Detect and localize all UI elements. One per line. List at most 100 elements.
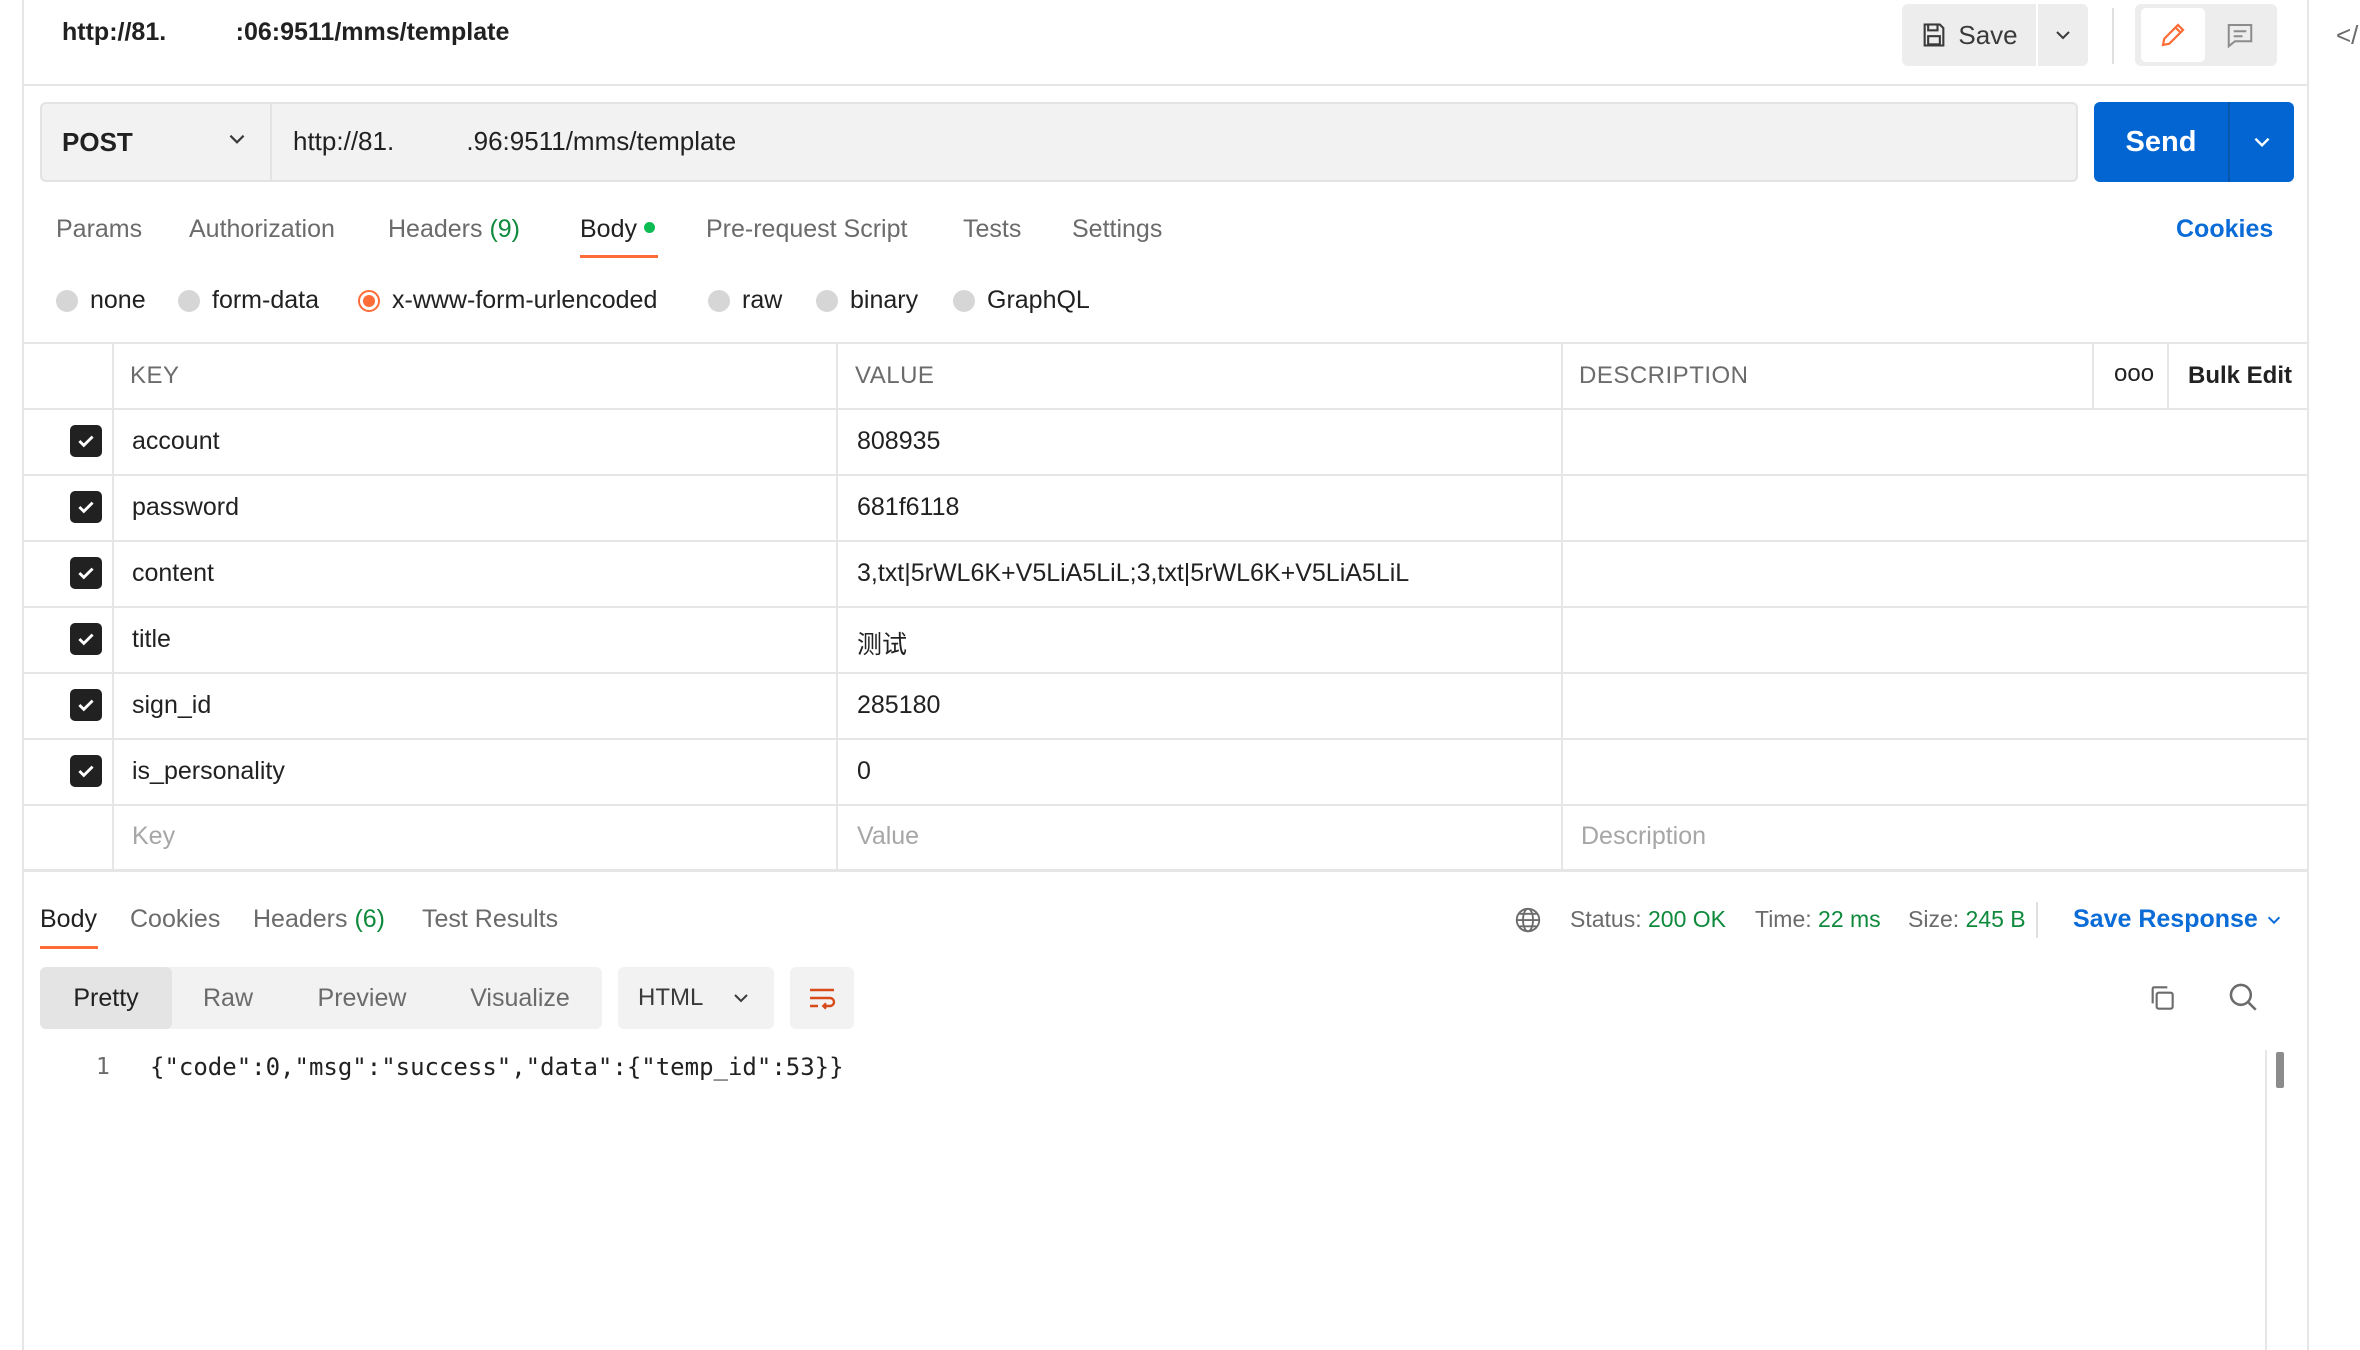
row-checkbox[interactable] [70, 623, 102, 655]
new-description-input[interactable]: Description [1581, 822, 1706, 851]
tab-headers-count: (9) [489, 215, 521, 243]
save-response-button[interactable]: Save Response [2073, 905, 2283, 934]
editor-gutter-line [2265, 1050, 2267, 1350]
format-select[interactable]: HTML [618, 967, 774, 1029]
param-value[interactable]: 0 [857, 757, 871, 786]
radio-x-www-form-urlencoded[interactable]: x-www-form-urlencoded [358, 286, 657, 315]
tab-headers[interactable]: Headers (9) [388, 215, 520, 244]
table-row-divider [24, 408, 2307, 410]
param-value[interactable]: 808935 [857, 427, 940, 456]
table-col-divider [836, 342, 838, 870]
chevron-down-icon [226, 128, 248, 155]
checkmark-icon [78, 567, 94, 580]
header-divider [24, 84, 2307, 86]
tab-body[interactable]: Body [580, 215, 655, 244]
param-key[interactable]: title [132, 625, 171, 654]
tab-tests[interactable]: Tests [963, 215, 1021, 244]
param-key[interactable]: account [132, 427, 220, 456]
scrollbar-thumb[interactable] [2276, 1052, 2284, 1088]
response-tab-headers[interactable]: Headers (6) [253, 905, 385, 934]
radio-graphql[interactable]: GraphQL [953, 286, 1090, 315]
checkmark-icon [78, 765, 94, 778]
param-value[interactable]: 3,txt|5rWL6K+V5LiA5LiL;3,txt|5rWL6K+V5Li… [857, 559, 1409, 588]
chevron-down-icon [734, 994, 749, 1003]
status-value: 200 OK [1648, 906, 1726, 932]
tab-headers-label: Headers [388, 215, 483, 243]
format-value: HTML [638, 984, 704, 1011]
new-value-input[interactable]: Value [857, 822, 919, 851]
view-raw-button[interactable]: Raw [172, 967, 284, 1029]
radio-raw[interactable]: raw [708, 286, 782, 315]
line-number: 1 [96, 1054, 110, 1080]
send-options-button[interactable] [2230, 102, 2294, 182]
column-header-key: KEY [130, 362, 180, 389]
row-checkbox[interactable] [70, 689, 102, 721]
save-button[interactable]: Save [1902, 4, 2036, 66]
chevron-down-icon [2056, 31, 2070, 40]
tab-settings[interactable]: Settings [1072, 215, 1162, 244]
param-value[interactable]: 285180 [857, 691, 940, 720]
radio-label: x-www-form-urlencoded [392, 286, 658, 314]
response-tab-headers-count: (6) [354, 905, 386, 933]
comments-button[interactable] [2208, 8, 2272, 62]
param-key[interactable]: content [132, 559, 214, 588]
left-border [22, 0, 24, 1350]
response-body-code[interactable]: {"code":0,"msg":"success","data":{"temp_… [150, 1053, 844, 1081]
tab-authorization[interactable]: Authorization [189, 215, 335, 244]
response-tab-cookies[interactable]: Cookies [130, 905, 220, 934]
radio-form-data[interactable]: form-data [178, 286, 319, 315]
response-tab-body[interactable]: Body [40, 905, 97, 934]
radio-none[interactable]: none [56, 286, 146, 315]
param-key[interactable]: sign_id [132, 691, 211, 720]
size-value: 245 B [1965, 906, 2026, 932]
table-row-divider [24, 804, 2307, 806]
radio-label: none [90, 286, 146, 314]
checkmark-icon [78, 699, 94, 712]
row-checkbox[interactable] [70, 557, 102, 589]
more-options-icon[interactable]: ooo [2114, 360, 2154, 388]
bulk-edit-button[interactable]: Bulk Edit [2188, 362, 2292, 390]
tab-params[interactable]: Params [56, 215, 142, 244]
cookies-link[interactable]: Cookies [2176, 215, 2273, 244]
time-label: Time: [1755, 906, 1812, 932]
radio-label: binary [850, 286, 919, 314]
code-icon[interactable]: </ [2336, 20, 2358, 51]
view-preview-button[interactable]: Preview [284, 967, 440, 1029]
body-indicator-dot [643, 221, 655, 233]
checkmark-icon [78, 435, 94, 448]
globe-icon[interactable] [1513, 905, 1543, 940]
response-tab-test-results[interactable]: Test Results [422, 905, 558, 934]
save-options-button[interactable] [2038, 4, 2088, 66]
new-key-input[interactable]: Key [132, 822, 175, 851]
response-active-underline [40, 946, 98, 949]
table-col-divider [2167, 342, 2169, 408]
table-col-divider [1561, 342, 1563, 870]
checkmark-icon [78, 633, 94, 646]
view-visualize-button[interactable]: Visualize [440, 967, 600, 1029]
param-key[interactable]: password [132, 493, 239, 522]
row-checkbox[interactable] [70, 755, 102, 787]
radio-binary[interactable]: binary [816, 286, 918, 315]
response-time: Time: 22 ms [1755, 906, 1881, 933]
tab-pre-request-script[interactable]: Pre-request Script [706, 215, 907, 244]
meta-divider [2036, 902, 2038, 938]
url-input[interactable]: http://81. .96:9511/mms/template [293, 126, 736, 157]
method-divider [270, 104, 272, 180]
edit-mode-button[interactable] [2141, 8, 2205, 62]
view-pretty-button[interactable]: Pretty [40, 967, 172, 1029]
row-checkbox[interactable] [70, 491, 102, 523]
param-value[interactable]: 测试 [857, 625, 907, 661]
search-icon[interactable] [2226, 980, 2260, 1019]
param-value[interactable]: 681f6118 [857, 493, 959, 522]
table-row-divider [24, 672, 2307, 674]
row-checkbox[interactable] [70, 425, 102, 457]
copy-icon[interactable] [2146, 982, 2178, 1019]
save-response-label: Save Response [2073, 905, 2258, 933]
wrap-lines-button[interactable] [790, 967, 854, 1029]
table-row-divider [24, 606, 2307, 608]
param-key[interactable]: is_personality [132, 757, 285, 786]
send-button[interactable]: Send [2094, 102, 2228, 182]
toolbar-divider [2112, 8, 2114, 64]
radio-circle [816, 289, 838, 312]
request-title[interactable]: http://81. :06:9511/mms/template [62, 18, 509, 47]
